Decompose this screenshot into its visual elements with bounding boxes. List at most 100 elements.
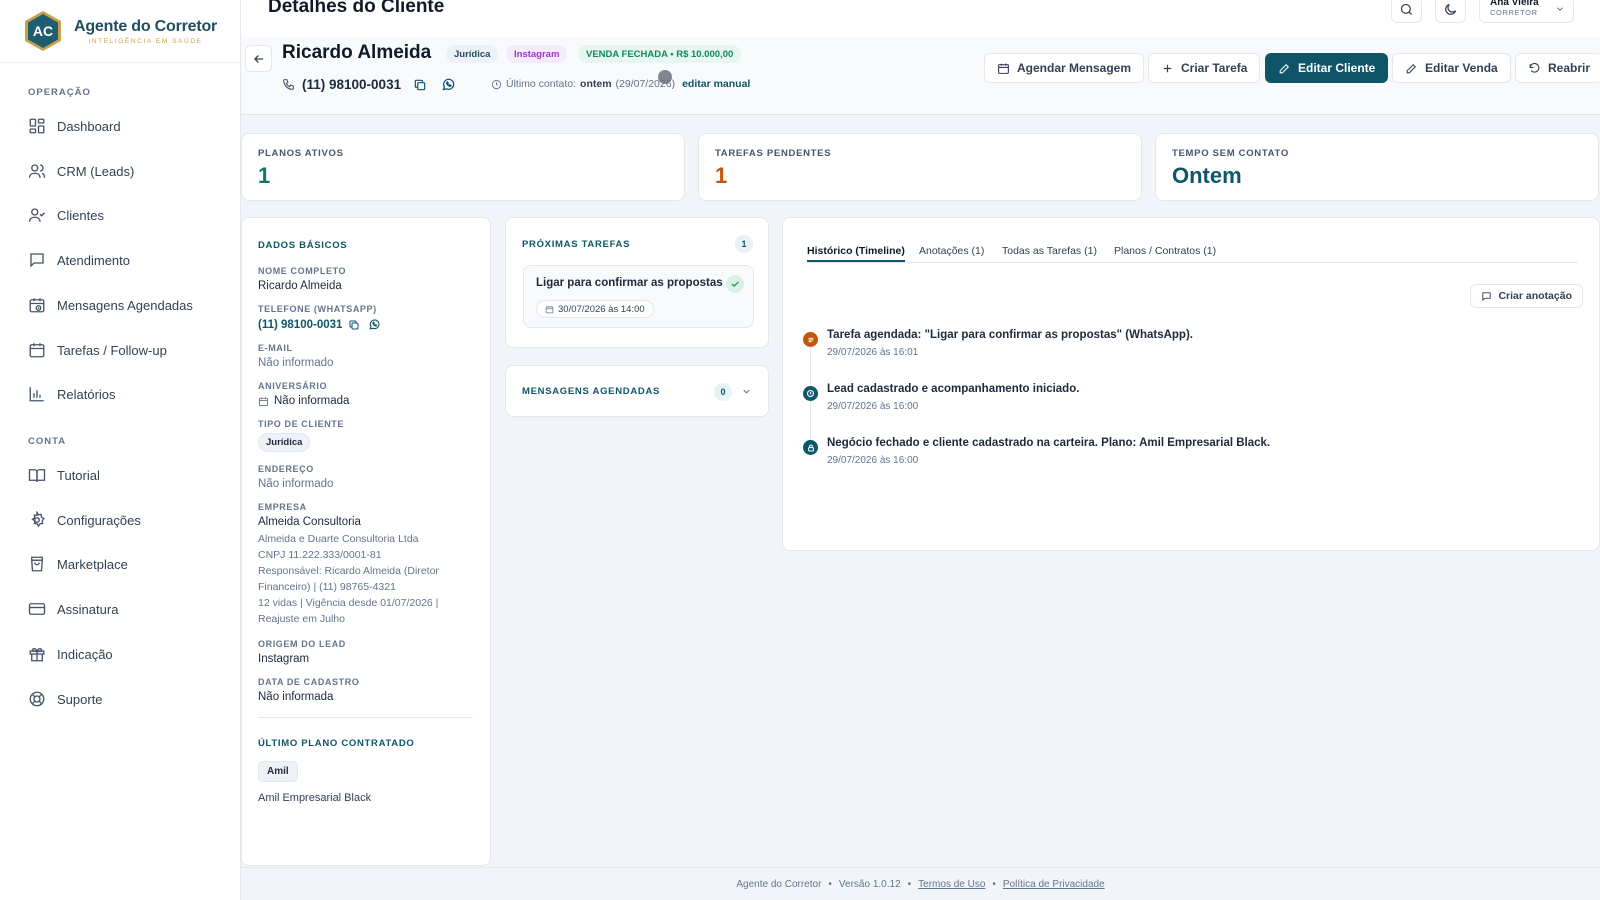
whatsapp-icon[interactable] [368,318,381,331]
timeline-event-title: Negócio fechado e cliente cadastrado na … [827,437,1271,449]
lock-icon [803,440,818,455]
moon-icon [1443,2,1458,17]
back-button[interactable] [245,45,272,72]
pencil-icon [1405,62,1418,75]
chevron-down-icon[interactable] [741,386,752,397]
stat-time-no-contact: TEMPO SEM CONTATO Ontem [1155,133,1599,201]
tab-todas-tarefas[interactable]: Todas as Tarefas (1) [1002,245,1097,262]
footer-separator: • [907,878,912,890]
calendar-icon [258,396,269,407]
address-value: Não informado [258,478,334,490]
phone-value-row: (11) 98100-0031 [258,318,473,331]
sidebar-item-suporte[interactable]: Suporte [0,679,240,719]
complete-task-button[interactable] [726,275,744,293]
sidebar-item-clientes[interactable]: Clientes [0,195,240,235]
sidebar-item-indicacao[interactable]: Indicação [0,634,240,674]
create-note-button[interactable]: Criar anotação [1470,284,1583,308]
copy-icon[interactable] [348,319,360,331]
last-plan-title: ÚLTIMO PLANO CONTRATADO [258,738,415,749]
privacy-link[interactable]: Política de Privacidade [1003,879,1105,890]
sidebar-item-mensagens[interactable]: Mensagens Agendadas [0,285,240,325]
tab-historico[interactable]: Histórico (Timeline) [807,245,905,262]
timeline-event-title: Lead cadastrado e acompanhamento iniciad… [827,383,1080,395]
birthday-label: ANIVERSÁRIO [258,381,328,391]
edit-client-label: Editar Cliente [1298,61,1376,75]
terms-link[interactable]: Termos de Uso [918,879,985,890]
sidebar-item-label: CRM (Leads) [57,163,135,179]
sidebar-item-crm[interactable]: CRM (Leads) [0,151,240,191]
users-icon [28,162,46,180]
footer-separator: • [828,878,832,890]
tab-anotacoes[interactable]: Anotações (1) [919,245,984,262]
calendar-icon [545,305,554,314]
edit-manual-link[interactable]: editar manual [682,78,750,90]
undo-icon [1528,62,1541,75]
client-source-badge: Instagram [506,45,568,63]
client-type-label: TIPO DE CLIENTE [258,419,345,429]
sidebar-item-label: Dashboard [57,118,121,134]
full-name-value: Ricardo Almeida [258,280,342,292]
search-button[interactable] [1391,0,1422,23]
lead-origin-value: Instagram [258,653,310,665]
top-bar: Detalhes do Cliente Ana Vieira CORRETOR [241,0,1600,37]
stat-value: 1 [715,163,728,188]
tabs-divider [807,262,1578,263]
stat-label: PLANOS ATIVOS [258,148,344,159]
calendar-icon [28,341,46,359]
basic-data-title: DADOS BÁSICOS [258,240,348,251]
sidebar-item-marketplace[interactable]: Marketplace [0,544,240,584]
created-label: DATA DE CADASTRO [258,677,360,687]
company-cnpj: CNPJ 11.222.333/0001-81 [258,549,382,561]
sidebar-item-relatorios[interactable]: Relatórios [0,374,240,414]
sidebar-item-configuracoes[interactable]: Configurações [0,500,240,540]
pencil-icon [1278,62,1291,75]
create-task-button[interactable]: Criar Tarefa [1148,53,1261,83]
user-role: CORRETOR [1490,8,1538,17]
bar-chart-icon [28,385,46,403]
company-value: Almeida Consultoria [258,516,361,528]
stat-active-plans: PLANOS ATIVOS 1 [241,133,685,201]
copy-icon[interactable] [413,78,427,92]
edit-client-button[interactable]: Editar Cliente [1265,53,1389,83]
stat-label: TAREFAS PENDENTES [715,148,832,159]
basic-data-panel: DADOS BÁSICOS NOME COMPLETO Ricardo Alme… [241,217,491,866]
sidebar-item-label: Tutorial [57,467,100,483]
user-menu[interactable]: Ana Vieira CORRETOR [1479,0,1574,23]
stat-value: Ontem [1172,163,1242,188]
lifebuoy-icon [28,690,46,708]
next-tasks-panel: PRÓXIMAS TAREFAS 1 Ligar para confirmar … [505,217,769,348]
sidebar-item-dashboard[interactable]: Dashboard [0,106,240,146]
reopen-button[interactable]: Reabrir [1515,53,1600,83]
client-phone: (11) 98100-0031 [302,77,402,92]
sidebar-item-atendimento[interactable]: Atendimento [0,240,240,280]
edit-sale-button[interactable]: Editar Venda [1392,53,1511,83]
company-lives: 12 vidas | Vigência desde 01/07/2026 | R… [258,597,439,625]
whatsapp-icon[interactable] [441,77,456,92]
task-card[interactable]: Ligar para confirmar as propostas 30/07/… [523,265,754,328]
timeline-panel: Histórico (Timeline) Anotações (1) Todas… [782,217,1600,551]
email-value: Não informado [258,357,334,369]
full-name-label: NOME COMPLETO [258,266,347,276]
scheduled-messages-panel[interactable]: MENSAGENS AGENDADAS 0 [505,365,769,417]
brand[interactable]: AC Agente do Corretor INTELIGÊNCIA EM SA… [0,0,240,63]
gift-icon [28,645,46,663]
phone-icon [282,78,295,91]
tab-planos-contratos[interactable]: Planos / Contratos (1) [1114,245,1216,262]
company-label: EMPRESA [258,502,307,512]
email-label: E-MAIL [258,343,293,353]
task-icon [803,332,818,347]
clock-icon [491,79,502,90]
theme-toggle-button[interactable] [1435,0,1466,23]
address-label: ENDEREÇO [258,464,314,474]
sidebar-item-assinatura[interactable]: Assinatura [0,589,240,629]
plan-operator-chip: Amil [258,761,298,782]
lead-origin-label: ORIGEM DO LEAD [258,639,346,649]
schedule-message-button[interactable]: Agendar Mensagem [984,53,1145,83]
book-icon [28,466,46,484]
sidebar-item-tutorial[interactable]: Tutorial [0,455,240,495]
dashboard-icon [28,117,46,135]
create-task-label: Criar Tarefa [1181,61,1248,75]
next-tasks-title: PRÓXIMAS TAREFAS [522,239,631,250]
sidebar-item-label: Indicação [57,646,113,662]
sidebar-item-tarefas[interactable]: Tarefas / Follow-up [0,330,240,370]
